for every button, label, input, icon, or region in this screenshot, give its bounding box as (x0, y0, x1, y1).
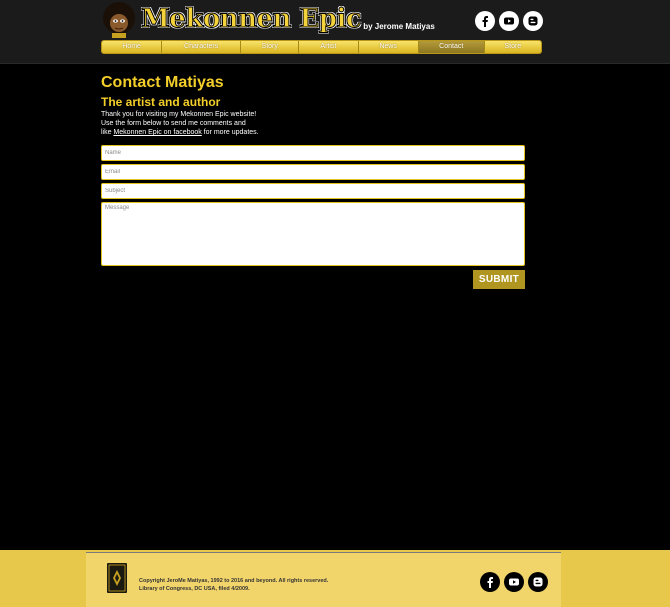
intro-line-3-prefix: like (101, 129, 114, 136)
intro-text: Thank you for visiting my Mekonnen Epic … (101, 110, 259, 137)
name-field[interactable] (101, 145, 525, 161)
nav-item-store[interactable]: Store (485, 41, 541, 53)
logo-text: Mekonnen Epic (140, 4, 362, 35)
copyright-line-2: Library of Congress, DC USA, filed 4/200… (139, 586, 250, 592)
site-footer (0, 550, 670, 607)
page-title: Contact Matiyas (101, 74, 224, 91)
header-social-links (475, 11, 543, 31)
logo-byline: by Jerome Matiyas (363, 22, 435, 31)
blogger-icon[interactable] (523, 11, 543, 31)
blogger-icon[interactable] (528, 572, 548, 592)
copyright-text: Copyright JeroMe Matiyas, 1992 to 2016 a… (139, 577, 328, 593)
youtube-icon[interactable] (504, 572, 524, 592)
youtube-icon[interactable] (499, 11, 519, 31)
intro-line-3-suffix: for more updates. (201, 129, 259, 136)
author-avatar-icon[interactable] (101, 2, 137, 38)
nav-item-artist[interactable]: Artist (299, 41, 359, 53)
book-emblem-icon[interactable] (107, 563, 127, 593)
copyright-line-1: Copyright JeroMe Matiyas, 1992 to 2016 a… (139, 578, 329, 584)
main-navigation: Home Characters Story Artist News Contac… (101, 40, 542, 54)
nav-item-home[interactable]: Home (102, 41, 163, 53)
subject-field[interactable] (101, 183, 525, 199)
nav-item-characters[interactable]: Characters (162, 41, 242, 53)
site-logo[interactable]: Mekonnen Epic by Jerome Matiyas (140, 4, 435, 35)
intro-line-1: Thank you for visiting my Mekonnen Epic … (101, 111, 257, 118)
email-field[interactable] (101, 164, 525, 180)
nav-item-story[interactable]: Story (241, 41, 300, 53)
footer-social-links (480, 572, 548, 592)
facebook-page-link[interactable]: Mekonnen Epic on facebook (113, 129, 201, 136)
message-field[interactable] (101, 202, 525, 266)
submit-button[interactable]: SUBMIT (473, 270, 525, 289)
intro-line-2: Use the form below to send me comments a… (101, 120, 246, 127)
facebook-icon[interactable] (475, 11, 495, 31)
footer-divider (86, 552, 561, 553)
intro-line-3: like Mekonnen Epic on facebook for more … (101, 128, 259, 137)
facebook-icon[interactable] (480, 572, 500, 592)
nav-item-news[interactable]: News (359, 41, 419, 53)
nav-item-contact[interactable]: Contact (418, 41, 485, 53)
page-subtitle: The artist and author (101, 95, 221, 109)
